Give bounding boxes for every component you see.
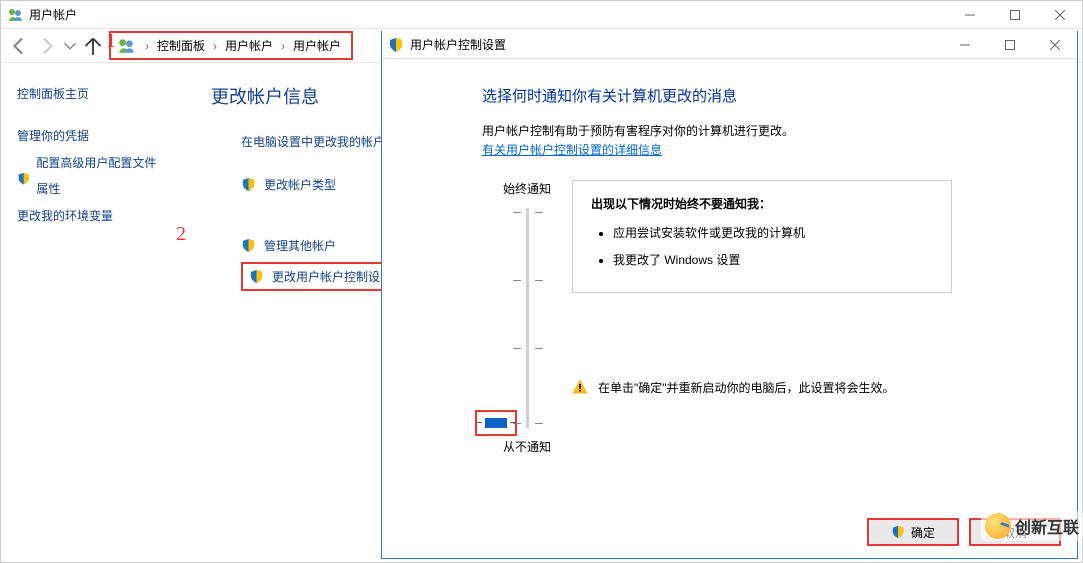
uac-desc-column: 出现以下情况时始终不要通知我： 应用尝试安装软件或更改我的计算机 我更改了 Wi… (572, 180, 1077, 456)
back-button[interactable] (7, 34, 31, 58)
uac-slider-column: 始终通知 从不通知 (482, 180, 572, 456)
uac-body: 选择何时通知你有关计算机更改的消息 用户帐户控制有助于预防有害程序对你的计算机进… (382, 59, 1077, 456)
uac-warning: 在单击"确定"并重新启动你的电脑后，此设置将会生效。 (572, 379, 972, 398)
watermark: 创新互联 (981, 511, 1083, 541)
slider-tick (513, 348, 543, 349)
uac-maximize-button[interactable] (987, 31, 1032, 59)
chevron-right-icon[interactable]: › (209, 39, 221, 53)
shield-icon (249, 269, 264, 284)
watermark-logo-icon (985, 513, 1011, 539)
slider-tick (513, 423, 543, 424)
forward-button[interactable] (35, 34, 59, 58)
shield-icon (241, 177, 256, 192)
breadcrumb-user-accounts-1[interactable]: 用户帐户 (221, 35, 277, 56)
uac-minimize-button[interactable] (942, 31, 987, 59)
uac-desc-bullet: 应用尝试安装软件或更改我的计算机 (613, 224, 933, 241)
recent-dropdown-icon[interactable] (63, 34, 77, 58)
titlebar: 用户帐户 (1, 1, 1082, 29)
uac-slider[interactable] (497, 208, 557, 428)
slider-tick (513, 212, 543, 213)
sidebar-env-vars[interactable]: 更改我的环境变量 (17, 203, 165, 229)
uac-window-buttons (942, 31, 1077, 59)
uac-description-box: 出现以下情况时始终不要通知我： 应用尝试安装软件或更改我的计算机 我更改了 Wi… (572, 180, 952, 293)
sidebar-credentials[interactable]: 管理你的凭据 (17, 123, 165, 149)
window-buttons (947, 1, 1082, 29)
slider-thumb-highlight (475, 410, 517, 436)
chevron-right-icon[interactable]: › (277, 39, 289, 53)
maximize-button[interactable] (992, 1, 1037, 29)
uac-titlebar: 用户帐户控制设置 (382, 31, 1077, 59)
user-accounts-icon (117, 37, 135, 55)
user-accounts-icon (7, 7, 23, 23)
uac-close-button[interactable] (1032, 31, 1077, 59)
warning-icon (572, 379, 588, 395)
slider-track (526, 208, 529, 428)
sidebar-home[interactable]: 控制面板主页 (17, 81, 165, 107)
sidebar: 控制面板主页 管理你的凭据 配置高级用户配置文件属性 更改我的环境变量 (1, 63, 181, 562)
breadcrumb-control-panel[interactable]: 控制面板 (153, 35, 209, 56)
shield-icon (891, 525, 905, 539)
up-button[interactable] (81, 34, 105, 58)
uac-desc-bullet: 我更改了 Windows 设置 (613, 251, 933, 268)
uac-title-text: 用户帐户控制设置 (410, 36, 506, 53)
uac-warning-text: 在单击"确定"并重新启动你的电脑后，此设置将会生效。 (598, 379, 895, 398)
breadcrumb-user-accounts-2[interactable]: 用户帐户 (289, 35, 345, 56)
watermark-text: 创新互联 (1015, 514, 1079, 538)
shield-icon (17, 169, 30, 184)
slider-label-top: 始终通知 (503, 180, 551, 198)
slider-thumb[interactable] (485, 418, 507, 428)
shield-icon (241, 238, 256, 253)
breadcrumb[interactable]: › 控制面板 › 用户帐户 › 用户帐户 (109, 31, 353, 60)
uac-heading: 选择何时通知你有关计算机更改的消息 (482, 85, 1077, 106)
uac-slider-area: 始终通知 从不通知 (482, 180, 1077, 456)
close-button[interactable] (1037, 1, 1082, 29)
slider-tick (513, 280, 543, 281)
slider-label-bottom: 从不通知 (503, 438, 551, 456)
uac-desc-title: 出现以下情况时始终不要通知我： (591, 195, 933, 212)
uac-learn-more-link[interactable]: 有关用户帐户控制设置的详细信息 (482, 143, 662, 157)
sidebar-advanced-profile-label: 配置高级用户配置文件属性 (36, 150, 165, 203)
annotation-2: 2 (176, 223, 186, 246)
chevron-right-icon[interactable]: › (141, 39, 153, 53)
ok-button[interactable]: 确定 (867, 518, 959, 546)
shield-icon (388, 37, 404, 53)
link-change-uac[interactable]: 更改用户帐户控制设置 (241, 262, 401, 291)
window-title: 用户帐户 (29, 6, 947, 23)
uac-subtext: 用户帐户控制有助于预防有害程序对你的计算机进行更改。 (482, 122, 1077, 141)
annotation-1: 1 (106, 30, 116, 53)
sidebar-advanced-profile[interactable]: 配置高级用户配置文件属性 (17, 150, 165, 203)
ok-button-label: 确定 (911, 524, 935, 541)
minimize-button[interactable] (947, 1, 992, 29)
uac-settings-window: 用户帐户控制设置 选择何时通知你有关计算机更改的消息 用户帐户控制有助于预防有害… (381, 31, 1078, 559)
